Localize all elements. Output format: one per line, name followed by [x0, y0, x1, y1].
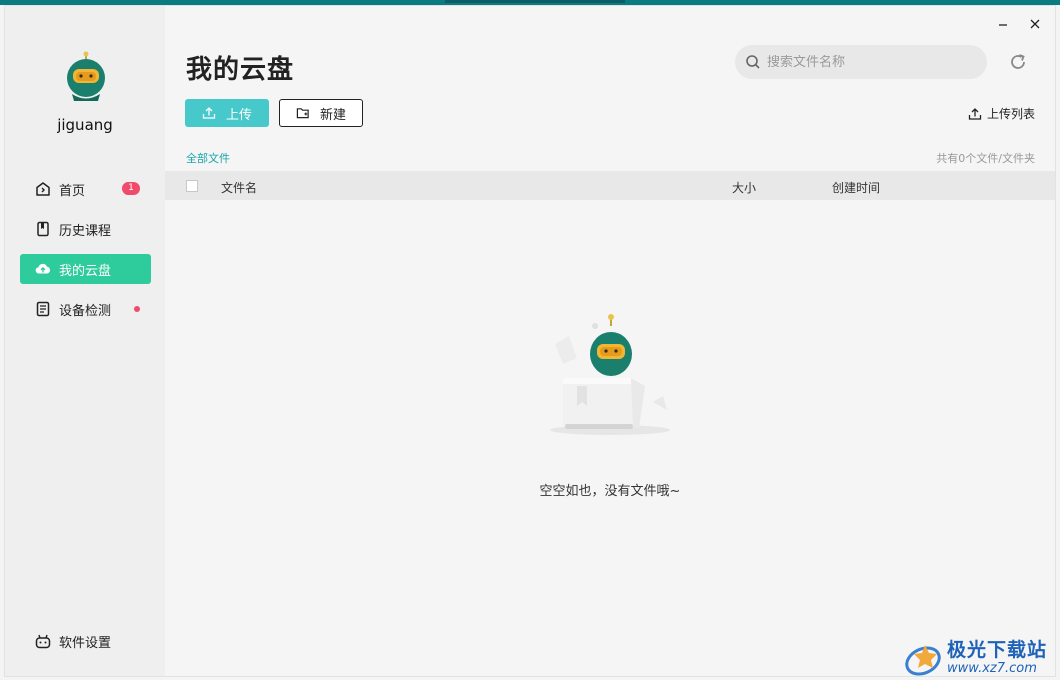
sidebar-item-label: 设备检测 [59, 303, 112, 319]
search-input[interactable] [767, 54, 967, 70]
window-top-highlight [445, 0, 625, 3]
watermark-title: 极光下载站 [947, 639, 1048, 661]
search-icon [746, 55, 760, 69]
new-folder-button[interactable]: 新建 [279, 99, 363, 127]
sidebar-item-label: 首页 [59, 183, 86, 199]
breadcrumb[interactable]: 全部文件 [186, 150, 230, 166]
book-icon [35, 221, 51, 237]
cloud-upload-icon [35, 261, 51, 277]
robot-icon [35, 633, 51, 649]
watermark-text: 极光下载站 www.xz7.com [947, 639, 1047, 677]
refresh-icon[interactable] [1008, 52, 1028, 72]
close-icon [1030, 19, 1040, 29]
sidebar-item-device-check[interactable]: 设备检测 [20, 294, 151, 324]
settings-label: 软件设置 [59, 635, 112, 651]
column-header-created[interactable]: 创建时间 [832, 179, 880, 196]
empty-state-illustration [550, 314, 670, 435]
main-panel: 我的云盘 上传 新建 上传列表 全部文件 共有0个文件/文件夹 文件名 大小 创… [165, 6, 1055, 676]
sidebar: jiguang 首页 1 历史课程 我的云盘 设备检测 软件设置 [5, 6, 165, 676]
minimize-button[interactable] [995, 16, 1011, 32]
table-header: 文件名 大小 创建时间 [165, 171, 1055, 200]
sidebar-item-history[interactable]: 历史课程 [20, 214, 151, 244]
empty-state-message: 空空如也，没有文件哦~ [539, 484, 681, 499]
column-header-name[interactable]: 文件名 [221, 179, 257, 196]
notification-badge: 1 [122, 182, 140, 195]
file-count: 共有0个文件/文件夹 [936, 152, 1035, 165]
watermark: 极光下载站 www.xz7.com [903, 634, 1059, 680]
upload-list-label: 上传列表 [987, 107, 1036, 121]
page-title: 我的云盘 [186, 55, 295, 85]
watermark-url: www.xz7.com [947, 661, 1037, 676]
new-label: 新建 [319, 107, 346, 123]
sidebar-item-home[interactable]: 首页 1 [20, 174, 151, 204]
upload-list-button[interactable]: 上传列表 [968, 105, 1035, 122]
alert-dot [134, 306, 140, 312]
close-button[interactable] [1027, 16, 1043, 32]
upload-icon [202, 106, 216, 120]
sidebar-item-label: 历史课程 [59, 223, 112, 239]
upload-button[interactable]: 上传 [185, 99, 269, 127]
home-icon [35, 181, 51, 197]
search-box[interactable] [735, 45, 987, 79]
software-settings-button[interactable]: 软件设置 [20, 626, 151, 656]
select-all-checkbox[interactable] [186, 180, 198, 192]
app-window: jiguang 首页 1 历史课程 我的云盘 设备检测 软件设置 我的云盘 搜索… [4, 5, 1056, 677]
username: jiguang [57, 116, 113, 134]
column-header-size[interactable]: 大小 [732, 179, 756, 196]
site-logo-icon [905, 645, 941, 676]
checklist-icon [35, 301, 51, 317]
sidebar-item-label: 我的云盘 [59, 263, 112, 279]
sidebar-item-cloud-drive[interactable]: 我的云盘 [20, 254, 151, 284]
minimize-icon [999, 24, 1007, 26]
upload-list-icon [968, 107, 982, 121]
mascot-avatar[interactable] [62, 51, 110, 103]
new-folder-icon [296, 106, 310, 120]
upload-label: 上传 [225, 107, 252, 123]
